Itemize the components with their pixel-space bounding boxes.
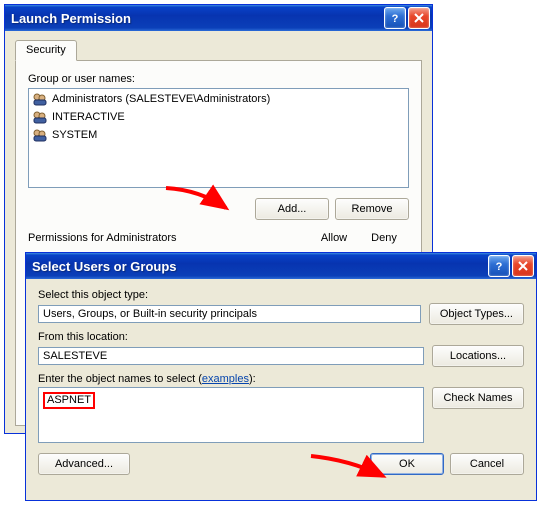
svg-text:?: ? bbox=[496, 261, 503, 272]
titlebar[interactable]: Launch Permission ? bbox=[5, 5, 432, 31]
list-item-label: SYSTEM bbox=[52, 129, 97, 141]
entered-name-highlight: ASPNET bbox=[43, 392, 95, 409]
window-title: Launch Permission bbox=[11, 11, 382, 26]
list-item[interactable]: SYSTEM bbox=[30, 126, 407, 144]
object-type-label: Select this object type: bbox=[38, 289, 524, 301]
add-button[interactable]: Add... bbox=[255, 198, 329, 220]
enter-names-label: Enter the object names to select (exampl… bbox=[38, 373, 524, 385]
group-icon bbox=[32, 91, 48, 107]
help-icon[interactable]: ? bbox=[384, 7, 406, 29]
group-icon bbox=[32, 109, 48, 125]
group-icon bbox=[32, 127, 48, 143]
help-icon[interactable]: ? bbox=[488, 255, 510, 277]
close-icon[interactable] bbox=[408, 7, 430, 29]
list-item-label: Administrators (SALESTEVE\Administrators… bbox=[52, 93, 270, 105]
user-listbox[interactable]: Administrators (SALESTEVE\Administrators… bbox=[28, 88, 409, 188]
ok-button[interactable]: OK bbox=[370, 453, 444, 475]
select-users-dialog: Select Users or Groups ? Select this obj… bbox=[25, 252, 537, 501]
tab-security[interactable]: Security bbox=[15, 40, 77, 61]
location-label: From this location: bbox=[38, 331, 524, 343]
tabstrip: Security bbox=[15, 39, 422, 61]
list-item[interactable]: INTERACTIVE bbox=[30, 108, 407, 126]
locations-button[interactable]: Locations... bbox=[432, 345, 524, 367]
titlebar[interactable]: Select Users or Groups ? bbox=[26, 253, 536, 279]
window-title: Select Users or Groups bbox=[32, 259, 486, 274]
deny-column-header: Deny bbox=[359, 232, 409, 244]
close-icon[interactable] bbox=[512, 255, 534, 277]
list-item[interactable]: Administrators (SALESTEVE\Administrators… bbox=[30, 90, 407, 108]
examples-link[interactable]: examples bbox=[202, 373, 249, 385]
location-field[interactable] bbox=[38, 347, 424, 365]
svg-text:?: ? bbox=[392, 13, 399, 24]
list-item-label: INTERACTIVE bbox=[52, 111, 125, 123]
allow-column-header: Allow bbox=[309, 232, 359, 244]
permissions-label: Permissions for Administrators bbox=[28, 232, 309, 244]
object-type-field[interactable] bbox=[38, 305, 421, 323]
check-names-button[interactable]: Check Names bbox=[432, 387, 524, 409]
remove-button[interactable]: Remove bbox=[335, 198, 409, 220]
advanced-button[interactable]: Advanced... bbox=[38, 453, 130, 475]
group-or-user-label: Group or user names: bbox=[28, 73, 409, 85]
cancel-button[interactable]: Cancel bbox=[450, 453, 524, 475]
object-types-button[interactable]: Object Types... bbox=[429, 303, 524, 325]
object-names-input[interactable]: ASPNET bbox=[38, 387, 424, 443]
